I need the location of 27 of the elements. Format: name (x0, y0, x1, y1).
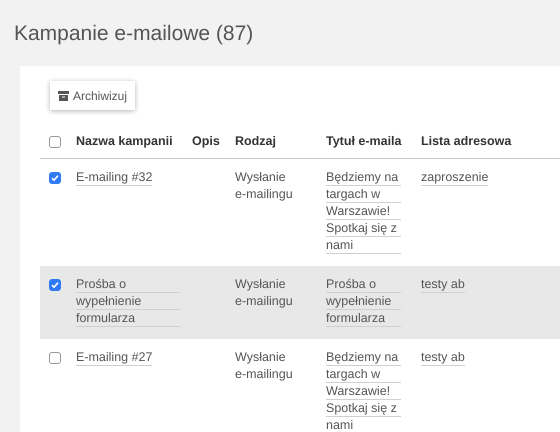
table-row[interactable]: E-mailing #32 Wysłanie e-mailingu Będziemy na targach w Warszawie! Spotkaj się z nami zaproszenie (40, 158, 560, 266)
email-title[interactable]: Będziemy na targach w Warszawie! Spotkaj się z nami (326, 169, 401, 254)
mailing-list[interactable]: testy ab (421, 276, 465, 293)
row-checkbox[interactable] (49, 172, 61, 184)
campaign-type: Wysłanie e-mailingu (235, 349, 294, 383)
campaign-name[interactable]: E-mailing #32 (76, 169, 152, 186)
archive-box-icon (58, 90, 69, 100)
campaign-type: Wysłanie e-mailingu (235, 276, 294, 310)
page-title: Kampanie e-mailowe (87) (13, 21, 254, 44)
campaign-type: Wysłanie e-mailingu (235, 169, 294, 203)
mailing-list[interactable]: zaproszenie (421, 169, 488, 186)
row-checkbox[interactable] (49, 278, 61, 291)
table-row[interactable]: Prośba o wypełnienie formularza Wysłanie e-mailingu Prośba o wypełnienie formularza testy ab (40, 266, 560, 339)
email-title[interactable]: Prośba o wypełnienie formularza (326, 276, 401, 327)
select-all-checkbox[interactable] (49, 136, 61, 148)
column-header: Rodzaj (235, 134, 276, 148)
column-header: Lista adresowa (421, 134, 512, 148)
row-checkbox[interactable] (49, 352, 61, 364)
mailing-list[interactable]: testy ab (421, 349, 465, 366)
email-title[interactable]: Będziemy na targach w Warszawie! Spotkaj się z nami (326, 349, 401, 432)
campaign-name[interactable]: E-mailing #27 (76, 349, 152, 366)
table-row[interactable]: E-mailing #27 Wysłanie e-mailingu Będziemy na targach w Warszawie! Spotkaj się z nami testy ab (40, 339, 560, 432)
column-header: Tytuł e-maila (326, 134, 402, 148)
archive-button[interactable]: Archiwizuj (50, 81, 136, 110)
column-header: Nazwa kampanii (76, 134, 173, 148)
column-header: Opis (192, 134, 220, 148)
campaign-name[interactable]: Prośba o wypełnienie formularza (76, 276, 180, 327)
